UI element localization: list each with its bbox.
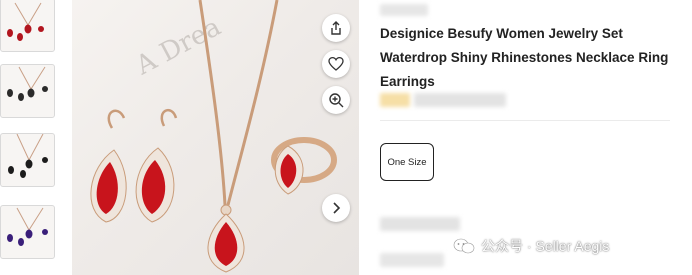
thumbnail-image <box>8 134 48 178</box>
blurred-price <box>380 93 410 107</box>
blurred-extra-info <box>380 253 444 267</box>
watermark: 公众号 · Seller Aegis <box>453 236 609 256</box>
share-button[interactable] <box>322 14 350 42</box>
blurred-shipping-info <box>380 217 460 231</box>
product-info: Designice Besufy Women Jewelry Set Water… <box>380 0 692 275</box>
chevron-right-icon <box>333 202 341 214</box>
favorite-button[interactable] <box>322 50 350 78</box>
main-product-image[interactable]: A Drea <box>72 0 359 275</box>
next-image-button[interactable] <box>322 194 350 222</box>
thumbnail-image <box>7 2 44 41</box>
divider <box>380 120 670 121</box>
zoom-in-icon <box>329 93 344 108</box>
thumbnail-purple-set[interactable] <box>0 205 55 259</box>
heart-icon <box>328 56 344 71</box>
zoom-button[interactable] <box>322 86 350 114</box>
watermark-text: 公众号 · Seller Aegis <box>481 238 610 254</box>
thumbnail-strip <box>0 0 56 275</box>
thumbnail-image <box>7 207 48 246</box>
jewelry-photo: A Drea <box>90 0 337 273</box>
thumbnail-image <box>7 66 48 101</box>
thumbnail-dark-set[interactable] <box>0 133 55 187</box>
thumbnail-black-set[interactable] <box>0 64 55 118</box>
product-title: Designice Besufy Women Jewelry Set Water… <box>380 26 669 89</box>
share-icon <box>331 21 341 35</box>
blurred-price-detail <box>414 93 506 107</box>
thumbnail-red-set[interactable] <box>0 0 55 52</box>
wechat-icon <box>453 238 475 254</box>
size-option-one-size[interactable]: One Size <box>380 143 434 181</box>
blurred-store-name <box>380 4 428 16</box>
